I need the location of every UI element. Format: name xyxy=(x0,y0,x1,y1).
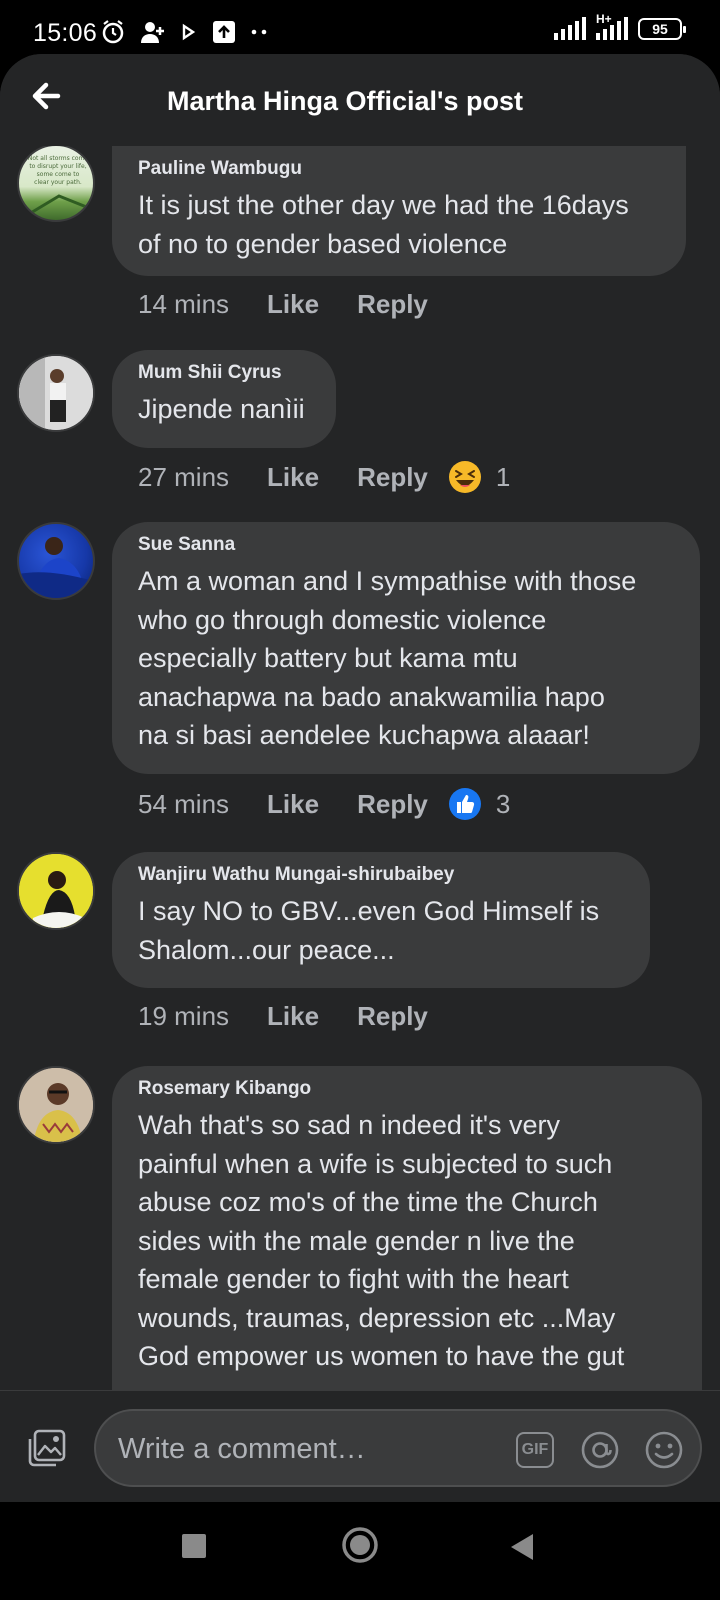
mention-icon[interactable] xyxy=(580,1430,620,1470)
alarm-icon xyxy=(102,20,124,44)
comment-author[interactable]: Rosemary Kibango xyxy=(138,1078,676,1100)
home-icon[interactable] xyxy=(341,1526,379,1564)
comment-author[interactable]: Pauline Wambugu xyxy=(138,158,660,180)
comment-author[interactable]: Mum Shii Cyrus xyxy=(138,362,310,384)
system-icons: H+ 95 xyxy=(554,12,686,40)
more-notifications-icon xyxy=(251,29,267,35)
reaction-count[interactable]: 3 xyxy=(496,789,510,820)
comment-text: I say NO to GBV...even God Himself is Sh… xyxy=(138,896,600,965)
battery-icon: 95 xyxy=(638,18,686,40)
back-icon[interactable] xyxy=(508,1532,536,1562)
emoji-icon[interactable] xyxy=(644,1430,684,1470)
like-button[interactable]: Like xyxy=(267,289,319,320)
comment-time[interactable]: 14 mins xyxy=(138,289,229,320)
system-nav-bar xyxy=(0,1502,720,1600)
comment-composer: Write a comment… GIF xyxy=(0,1390,720,1502)
upload-icon xyxy=(213,21,235,43)
like-button[interactable]: Like xyxy=(267,1001,319,1032)
play-icon xyxy=(182,23,196,41)
avatar[interactable]: Not all storms come to disrupt your life… xyxy=(17,146,95,222)
header: Martha Hinga Official's post xyxy=(0,54,720,146)
avatar[interactable] xyxy=(17,354,95,432)
like-button[interactable]: Like xyxy=(267,462,319,493)
comment-input-placeholder: Write a comment… xyxy=(118,1433,366,1465)
comment-bubble[interactable]: Wanjiru Wathu Mungai-shirubaibey I say N… xyxy=(112,852,650,988)
comment-actions: 54 mins Like Reply 3 xyxy=(138,787,510,821)
add-person-icon xyxy=(141,22,164,43)
page-title: Martha Hinga Official's post xyxy=(167,86,523,116)
comments-list[interactable]: Not all storms come to disrupt your life… xyxy=(0,146,720,1445)
svg-text:to disrupt your life,: to disrupt your life, xyxy=(29,163,86,170)
comment-bubble[interactable]: Sue Sanna Am a woman and I sympathise wi… xyxy=(112,522,700,774)
comment-bubble[interactable]: Pauline Wambugu It is just the other day… xyxy=(112,146,686,276)
svg-text:some come to: some come to xyxy=(37,171,80,178)
reply-button[interactable]: Reply xyxy=(357,289,428,320)
comment-author[interactable]: Wanjiru Wathu Mungai-shirubaibey xyxy=(138,864,624,886)
comment-bubble[interactable]: Rosemary Kibango Wah that's so sad n ind… xyxy=(112,1066,702,1445)
svg-text:clear your path.: clear your path. xyxy=(34,179,82,186)
comment-text: It is just the other day we had the 16da… xyxy=(138,190,629,259)
like-reaction-icon[interactable] xyxy=(448,787,482,821)
comment-text: Jipende nanìii xyxy=(138,394,305,424)
person-photo xyxy=(19,1068,93,1142)
reply-button[interactable]: Reply xyxy=(357,789,428,820)
comment-time[interactable]: 54 mins xyxy=(138,789,229,820)
photo-icon[interactable] xyxy=(26,1427,68,1469)
comment-time[interactable]: 27 mins xyxy=(138,462,229,493)
post-screen: Martha Hinga Official's post Not all sto… xyxy=(0,54,720,1475)
gif-button[interactable]: GIF xyxy=(516,1432,554,1468)
comment-time[interactable]: 19 mins xyxy=(138,1001,229,1032)
signal-icon xyxy=(554,17,586,40)
notification-icons xyxy=(100,19,270,45)
signal-icon-2: H+ xyxy=(596,12,628,40)
avatar[interactable] xyxy=(17,1066,95,1144)
person-photo xyxy=(19,537,93,598)
comment-actions: 19 mins Like Reply xyxy=(138,1001,448,1032)
avatar[interactable] xyxy=(17,852,95,930)
comment-text: Am a woman and I sympathise with those w… xyxy=(138,566,637,750)
svg-text:Not all storms come: Not all storms come xyxy=(28,155,89,162)
quote-image: Not all storms come to disrupt your life… xyxy=(28,155,90,216)
person-photo xyxy=(19,854,93,928)
reply-button[interactable]: Reply xyxy=(357,462,428,493)
reply-button[interactable]: Reply xyxy=(357,1001,428,1032)
status-bar: 15:06 H+ 95 xyxy=(0,0,720,56)
recent-apps-icon[interactable] xyxy=(180,1532,208,1560)
comment-actions: 14 mins Like Reply xyxy=(138,289,448,320)
comment-actions: 27 mins Like Reply 1 xyxy=(138,460,510,494)
clock: 15:06 xyxy=(33,19,98,47)
person-photo xyxy=(19,356,93,430)
avatar[interactable] xyxy=(17,522,95,600)
comment-author[interactable]: Sue Sanna xyxy=(138,534,674,556)
comment-bubble[interactable]: Mum Shii Cyrus Jipende nanìii xyxy=(112,350,336,448)
comment-input[interactable]: Write a comment… GIF xyxy=(94,1409,702,1487)
comment-text: Wah that's so sad n indeed it's very pai… xyxy=(138,1110,625,1371)
like-button[interactable]: Like xyxy=(267,789,319,820)
laughing-emoji-icon[interactable] xyxy=(448,460,482,494)
network-type-label: H+ xyxy=(596,12,612,26)
reaction-count[interactable]: 1 xyxy=(496,462,510,493)
